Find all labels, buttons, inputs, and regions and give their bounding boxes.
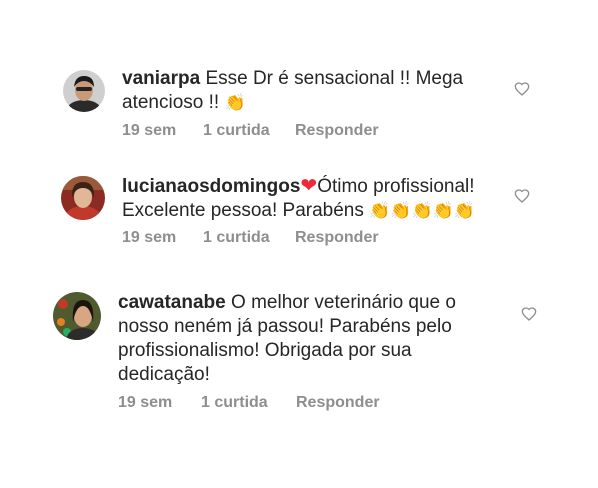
comment-text: vaniarpa Esse Dr é sensacional !! Mega a… <box>122 67 482 115</box>
comment-likes[interactable]: 1 curtida <box>203 229 270 247</box>
heart-outline-icon[interactable] <box>514 188 530 204</box>
comment-time: 19 sem <box>122 122 177 139</box>
red-heart-emoji: ❤ <box>300 175 318 197</box>
comment-text: lucianaosdomingos❤Ótimo profissional! Ex… <box>122 174 502 223</box>
reply-button[interactable]: Responder <box>295 122 379 140</box>
avatar[interactable] <box>53 292 101 340</box>
reply-button[interactable]: Responder <box>296 394 380 412</box>
reply-button[interactable]: Responder <box>295 229 379 247</box>
comment-username[interactable]: cawatanabe <box>118 292 226 313</box>
avatar[interactable] <box>61 176 105 220</box>
clap-emoji: 👏👏👏👏👏 <box>369 201 476 220</box>
comment-username[interactable]: lucianaosdomingos <box>122 176 300 197</box>
comment-username[interactable]: vaniarpa <box>122 68 200 89</box>
comment-likes[interactable]: 1 curtida <box>201 394 268 412</box>
heart-outline-icon[interactable] <box>521 306 537 322</box>
avatar[interactable] <box>63 70 105 112</box>
comment-text: cawatanabe O melhor veterinário que o no… <box>118 291 478 387</box>
comment-time: 19 sem <box>122 229 177 246</box>
comment-likes[interactable]: 1 curtida <box>203 122 270 140</box>
heart-outline-icon[interactable] <box>514 81 530 97</box>
comment-time: 19 sem <box>118 394 173 411</box>
clap-emoji: 👏 <box>224 93 246 112</box>
